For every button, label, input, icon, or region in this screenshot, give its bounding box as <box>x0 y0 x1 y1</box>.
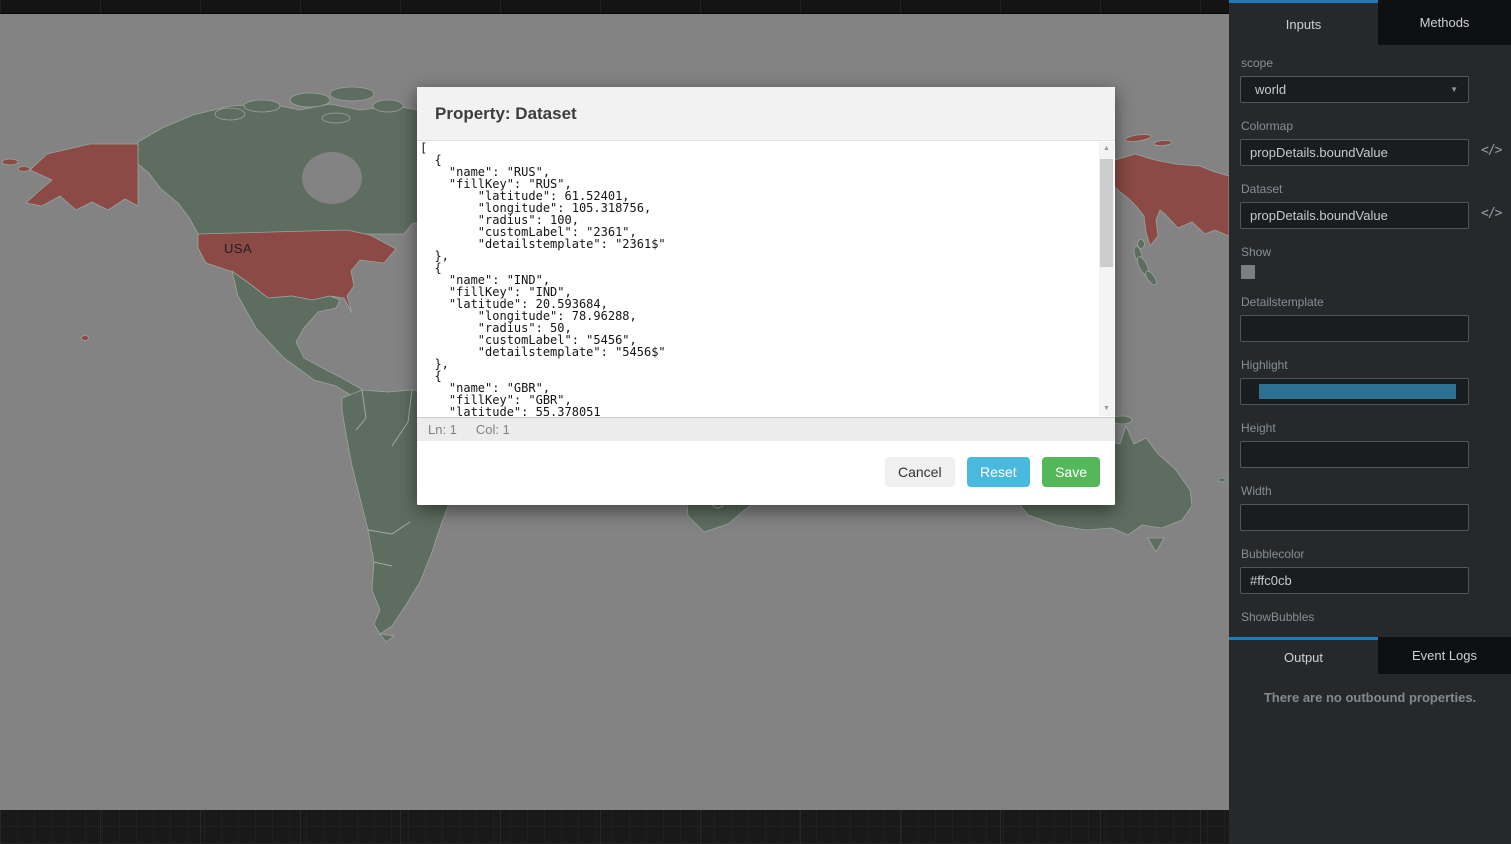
field-label-colormap: Colormap <box>1241 119 1500 133</box>
arctic-islands-rus <box>1125 133 1152 143</box>
new-guinea <box>1112 416 1132 424</box>
field-label-dataset: Dataset <box>1241 182 1500 196</box>
width-input[interactable] <box>1240 504 1469 531</box>
arctic-islands-rus <box>1154 140 1172 147</box>
field-label-detailstemplate: Detailstemplate <box>1241 295 1500 309</box>
island-speck <box>1218 478 1226 482</box>
highlight-input[interactable] <box>1240 378 1469 405</box>
output-empty-message: There are no outbound properties. <box>1229 690 1511 705</box>
dataset-input[interactable]: propDetails.boundValue <box>1240 202 1469 229</box>
scrollbar-thumb[interactable] <box>1100 159 1113 267</box>
inputs-methods-tabbar: Inputs Methods <box>1229 0 1511 45</box>
field-label-bubblecolor: Bubblecolor <box>1241 547 1500 561</box>
output-eventlogs-tabbar: Output Event Logs <box>1229 637 1511 674</box>
field-label-highlight: Highlight <box>1241 358 1500 372</box>
tab-event-logs[interactable]: Event Logs <box>1378 637 1511 674</box>
tab-methods[interactable]: Methods <box>1378 0 1511 45</box>
code-editor[interactable]: [ { "name": "RUS", "fillKey": "RUS", "la… <box>417 141 1115 417</box>
editor-status-bar: Ln: 1 Col: 1 <box>417 417 1115 441</box>
show-checkbox[interactable] <box>1241 265 1255 279</box>
column-indicator: Col: 1 <box>476 422 510 437</box>
field-label-height: Height <box>1241 421 1500 435</box>
highlight-color-bar <box>1259 384 1456 399</box>
country-japan <box>1133 240 1159 287</box>
bubblecolor-input[interactable]: #ffc0cb <box>1240 567 1469 594</box>
properties-sidebar: Inputs Methods scope world ▼ Colormap pr… <box>1229 0 1511 844</box>
line-indicator: Ln: 1 <box>428 422 457 437</box>
country-usa-alaska <box>26 144 138 210</box>
scope-select[interactable]: world ▼ <box>1240 76 1469 103</box>
code-binding-icon[interactable]: </> <box>1481 206 1501 221</box>
property-dataset-modal: Property: Dataset [ { "name": "RUS", "fi… <box>417 87 1115 505</box>
code-editor-content[interactable]: [ { "name": "RUS", "fillKey": "RUS", "la… <box>417 141 1115 417</box>
field-label-scope: scope <box>1241 56 1500 70</box>
reset-button[interactable]: Reset <box>967 457 1030 487</box>
modal-title: Property: Dataset <box>417 87 1115 141</box>
tab-inputs[interactable]: Inputs <box>1229 0 1378 45</box>
caret-down-icon: ▼ <box>1450 77 1458 102</box>
output-panel: Output Event Logs There are no outbound … <box>1229 637 1511 844</box>
detailstemplate-input[interactable] <box>1240 315 1469 342</box>
canvas-bottom-grid <box>0 810 1229 844</box>
cancel-button[interactable]: Cancel <box>885 457 955 487</box>
code-binding-icon[interactable]: </> <box>1481 143 1501 158</box>
scope-select-value: world <box>1255 82 1286 97</box>
country-canada <box>138 104 432 234</box>
usa-map-label: USA <box>224 241 252 256</box>
height-input[interactable] <box>1240 441 1469 468</box>
scroll-up-icon[interactable]: ▲ <box>1099 142 1114 156</box>
code-editor-scrollbar[interactable]: ▲ ▼ <box>1099 142 1114 416</box>
hawaii <box>82 336 89 341</box>
canvas-top-toolbar <box>0 0 1229 14</box>
save-button[interactable]: Save <box>1042 457 1100 487</box>
tab-output[interactable]: Output <box>1229 637 1378 674</box>
field-label-width: Width <box>1241 484 1500 498</box>
tierra-del-fuego <box>380 634 394 642</box>
hudson-bay <box>302 152 362 204</box>
inputs-panel: scope world ▼ Colormap propDetails.bound… <box>1229 45 1511 637</box>
scroll-down-icon[interactable]: ▼ <box>1099 402 1114 416</box>
aleutian-islands <box>2 159 18 165</box>
tasmania <box>1148 538 1164 552</box>
colormap-input[interactable]: propDetails.boundValue <box>1240 139 1469 166</box>
aleutian-islands <box>18 167 30 172</box>
country-russia <box>1108 154 1229 246</box>
field-label-show: Show <box>1241 245 1500 259</box>
modal-footer: Cancel Reset Save <box>417 441 1115 504</box>
field-label-showbubbles: ShowBubbles <box>1241 610 1500 624</box>
